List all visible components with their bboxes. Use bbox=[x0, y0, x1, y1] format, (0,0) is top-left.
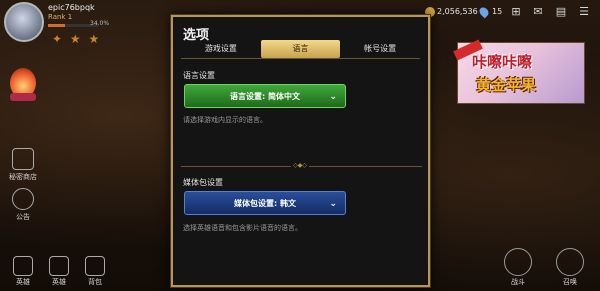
event-banner[interactable]: 咔嚓咔嚓 黄金苹果 bbox=[453, 39, 585, 104]
tab-account-settings[interactable]: 帐号设置 bbox=[340, 40, 420, 58]
tab-game-settings[interactable]: 游戏设置 bbox=[181, 40, 261, 58]
summon-button[interactable]: 召唤 bbox=[552, 248, 588, 287]
notice-icon bbox=[12, 188, 34, 210]
nav-inventory[interactable]: 背包 bbox=[80, 256, 110, 287]
gem-amount: 15 bbox=[492, 7, 503, 16]
language-dropdown-value: 语言设置: 简体中文 bbox=[230, 92, 300, 101]
swords-icon bbox=[504, 248, 532, 276]
battle-button[interactable]: 战斗 bbox=[500, 248, 536, 287]
nav-label: 召唤 bbox=[563, 278, 577, 286]
left-menu-notice[interactable]: 公告 bbox=[6, 188, 40, 222]
divider-ornament-icon: ◇◆◇ bbox=[291, 162, 309, 170]
xp-percent: 34.0% bbox=[90, 20, 110, 27]
event-badge bbox=[10, 93, 36, 101]
nav-label: 背包 bbox=[88, 278, 102, 286]
gold-amount: 2,056,536 bbox=[437, 7, 478, 16]
player-name: epic76bpqk bbox=[48, 3, 95, 12]
media-dropdown-value: 媒体包设置: 韩文 bbox=[234, 199, 296, 208]
media-section-label: 媒体包设置 bbox=[183, 178, 223, 187]
options-dialog: 选项 游戏设置 语言 帐号设置 语言设置 语言设置: 简体中文 ⌄ 请选择游戏内… bbox=[171, 15, 430, 287]
chevron-down-icon: ⌄ bbox=[329, 92, 337, 102]
nav-label: 战斗 bbox=[511, 278, 525, 286]
banner-title-line2: 黄金苹果 bbox=[476, 76, 537, 94]
language-section-label: 语言设置 bbox=[183, 71, 215, 80]
mail-icon[interactable]: ✉ bbox=[530, 4, 546, 20]
rank-stars: ✦ ★ ★ bbox=[52, 32, 102, 46]
nav-label: 英雄 bbox=[52, 278, 66, 286]
player-avatar[interactable] bbox=[4, 2, 44, 42]
left-menu-secret-shop[interactable]: 秘密商店 bbox=[6, 148, 40, 182]
menu-icon[interactable]: ☰ bbox=[576, 4, 592, 20]
nav-hero[interactable]: 英雄 bbox=[8, 256, 38, 287]
scale-icon bbox=[13, 256, 33, 276]
banner-title-line1: 咔嚓咔嚓 bbox=[472, 53, 533, 71]
left-menu-label: 公告 bbox=[16, 213, 30, 221]
xp-bar-fill bbox=[48, 24, 65, 27]
media-pack-dropdown[interactable]: 媒体包设置: 韩文 ⌄ bbox=[184, 191, 346, 215]
player-rank: Rank 1 bbox=[48, 13, 73, 21]
language-hint: 请选择游戏内显示的语言。 bbox=[183, 116, 267, 124]
backpack-icon bbox=[85, 256, 105, 276]
nav-hero-2[interactable]: 英雄 bbox=[44, 256, 74, 287]
media-hint: 选择英雄语音和包含影片语音的语言。 bbox=[183, 224, 302, 232]
language-dropdown[interactable]: 语言设置: 简体中文 ⌄ bbox=[184, 84, 346, 108]
left-menu-label: 秘密商店 bbox=[9, 173, 37, 181]
options-tabs: 游戏设置 语言 帐号设置 bbox=[181, 40, 420, 58]
nav-label: 英雄 bbox=[16, 278, 30, 286]
hero-icon bbox=[49, 256, 69, 276]
shop-icon bbox=[12, 148, 34, 170]
add-currency-icon[interactable]: ⊞ bbox=[508, 4, 524, 20]
chevron-down-icon: ⌄ bbox=[329, 199, 337, 209]
summon-icon bbox=[556, 248, 584, 276]
chat-icon[interactable]: ▤ bbox=[553, 4, 569, 20]
tab-language[interactable]: 语言 bbox=[260, 40, 341, 58]
tab-underline bbox=[181, 58, 420, 59]
